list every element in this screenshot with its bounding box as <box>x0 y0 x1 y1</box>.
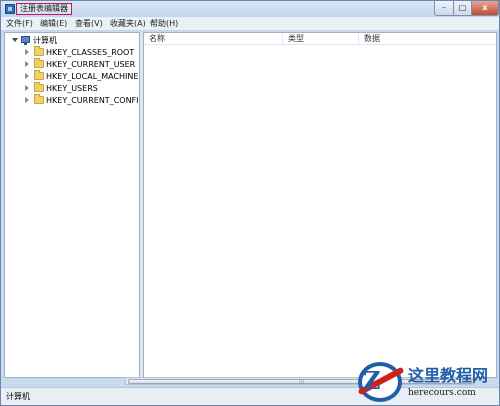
watermark-url: herecours.com <box>408 388 476 398</box>
minimize-icon: – <box>442 3 446 12</box>
tree-item-computer[interactable]: 计算机 <box>5 35 139 46</box>
menu-view[interactable]: 查看(V) <box>75 19 103 29</box>
tree-item-hkey-classes-root[interactable]: HKEY_CLASSES_ROOT <box>5 46 139 58</box>
folder-icon <box>34 46 44 56</box>
expand-right-icon[interactable] <box>25 97 29 103</box>
window-title: 注册表编辑器 <box>20 4 68 13</box>
expand-right-icon[interactable] <box>25 61 29 67</box>
menu-help[interactable]: 帮助(H) <box>150 19 178 29</box>
menu-file[interactable]: 文件(F) <box>6 19 33 29</box>
column-divider[interactable] <box>282 34 283 44</box>
tree-item-label: HKEY_CLASSES_ROOT <box>46 48 135 57</box>
registry-app-icon <box>5 4 15 14</box>
folder-icon <box>34 82 44 92</box>
maximize-button[interactable]: □ <box>453 1 472 16</box>
column-header-name[interactable]: 名称 <box>149 34 165 44</box>
folder-icon <box>34 58 44 68</box>
column-header-type[interactable]: 类型 <box>288 34 304 44</box>
tree-item-hkey-local-machine[interactable]: HKEY_LOCAL_MACHINE <box>5 70 139 82</box>
tree-item-label: 计算机 <box>33 36 57 45</box>
menu-edit[interactable]: 编辑(E) <box>40 19 67 29</box>
close-button[interactable]: x <box>471 1 499 16</box>
column-divider[interactable] <box>358 34 359 44</box>
column-header-data[interactable]: 数据 <box>364 34 380 44</box>
column-header-row: 名称 类型 数据 <box>144 33 496 45</box>
grip-icon: ||| <box>299 379 305 385</box>
tree-item-hkey-current-user[interactable]: HKEY_CURRENT_USER <box>5 58 139 70</box>
menu-bar: 文件(F) 编辑(E) 查看(V) 收藏夹(A) 帮助(H) <box>1 17 499 31</box>
close-icon: x <box>482 3 488 12</box>
tree-item-label: HKEY_CURRENT_USER <box>46 60 136 69</box>
tree-item-label: HKEY_USERS <box>46 84 98 93</box>
title-highlight-box: 注册表编辑器 <box>16 3 72 15</box>
watermark-title: 这里教程网 <box>408 366 489 385</box>
expand-right-icon[interactable] <box>25 85 29 91</box>
expand-right-icon[interactable] <box>25 49 29 55</box>
title-bar[interactable]: 注册表编辑器 – □ x <box>1 1 499 17</box>
expand-right-icon[interactable] <box>25 73 29 79</box>
tree-item-label: HKEY_CURRENT_CONFIG <box>46 96 140 105</box>
status-path: 计算机 <box>6 392 30 401</box>
folder-icon <box>34 70 44 80</box>
computer-icon <box>21 36 30 45</box>
tree-item-label: HKEY_LOCAL_MACHINE <box>46 72 139 81</box>
expand-down-icon[interactable] <box>12 38 18 45</box>
registry-editor-window: 注册表编辑器 – □ x 文件(F) 编辑(E) 查看(V) 收藏夹(A) 帮助… <box>0 0 500 406</box>
tree-item-hkey-current-config[interactable]: HKEY_CURRENT_CONFIG <box>5 94 140 106</box>
folder-icon <box>34 94 44 104</box>
watermark-logo-letter: Z <box>363 366 381 395</box>
maximize-icon: □ <box>458 3 467 12</box>
tree-pane[interactable]: 计算机 HKEY_CLASSES_ROOT HKEY_CURRENT_USER … <box>4 32 140 378</box>
tree-item-hkey-users[interactable]: HKEY_USERS <box>5 82 139 94</box>
minimize-button[interactable]: – <box>434 1 454 16</box>
values-list-pane[interactable]: 名称 类型 数据 <box>143 32 497 378</box>
site-watermark: Z 这里教程网 herecours.com <box>350 362 500 406</box>
menu-favorites[interactable]: 收藏夹(A) <box>110 19 146 29</box>
